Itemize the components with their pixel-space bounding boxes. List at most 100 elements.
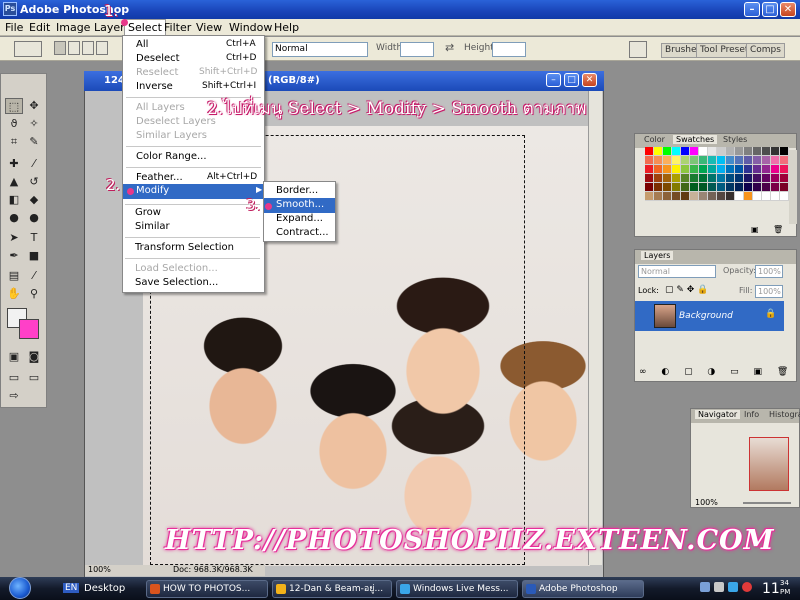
menu-item-all[interactable]: All [136,39,148,50]
swatch-cell[interactable] [744,192,753,201]
doc-close-icon[interactable]: ✕ [582,73,597,87]
swatch-cell[interactable] [762,192,771,201]
menu-item-color-range[interactable]: Color Range... [136,151,207,162]
tab-swatches[interactable]: Swatches [673,135,718,144]
menu-item-transform-selection[interactable]: Transform Selection [135,242,234,253]
intersect-selection-icon[interactable] [96,41,108,55]
swatch-cell[interactable] [663,192,672,201]
doc-maximize-icon[interactable]: □ [564,73,579,87]
swatch-cell[interactable] [771,183,780,192]
swatch-cell[interactable] [753,156,762,165]
swatch-cell[interactable] [699,183,708,192]
swatch-cell[interactable] [726,147,735,156]
swatch-grid[interactable] [645,147,789,221]
swatch-cell[interactable] [717,147,726,156]
close-icon[interactable]: ✕ [780,2,796,17]
add-selection-icon[interactable] [68,41,80,55]
swatch-cell[interactable] [708,183,717,192]
swatch-cell[interactable] [690,174,699,183]
swatch-cell[interactable] [771,174,780,183]
swatch-cell[interactable] [780,192,789,201]
marquee-tool-icon[interactable]: ⬚ [5,98,23,114]
taskbar-btn-messenger[interactable]: Windows Live Mess... [396,580,518,598]
swatch-cell[interactable] [690,192,699,201]
swatch-cell[interactable] [699,192,708,201]
swatch-cell[interactable] [645,156,654,165]
minimize-icon[interactable]: – [744,2,760,17]
swatch-cell[interactable] [771,165,780,174]
swatch-cell[interactable] [699,174,708,183]
swatch-cell[interactable] [780,156,789,165]
swatch-cell[interactable] [690,183,699,192]
menu-item-modify[interactable]: Modify [136,185,169,196]
menu-filter[interactable]: Filter [164,21,191,34]
eyedropper-icon[interactable]: ⁄ [25,268,43,284]
tray-antivirus-icon[interactable] [742,582,752,592]
pen-tool-icon[interactable]: ✒ [5,248,23,264]
swatch-cell[interactable] [762,156,771,165]
menu-edit[interactable]: Edit [29,21,50,34]
start-button[interactable] [9,577,31,599]
swatch-cell[interactable] [708,156,717,165]
magic-wand-icon[interactable]: ✧ [25,116,43,132]
tab-navigator[interactable]: Navigator [695,410,741,419]
hand-tool-icon[interactable]: ✋ [5,286,23,302]
full-screen-mode-icon[interactable]: ▭ [25,370,43,386]
swatch-cell[interactable] [744,183,753,192]
subtract-selection-icon[interactable] [82,41,94,55]
zoom-tool-icon[interactable]: ⚲ [25,286,43,302]
tab-comps[interactable]: Comps [746,43,785,58]
swatch-cell[interactable] [735,174,744,183]
palette-well-icon[interactable] [629,41,647,58]
swatch-cell[interactable] [681,174,690,183]
swatch-cell[interactable] [762,174,771,183]
swatch-cell[interactable] [726,174,735,183]
swatch-cell[interactable] [690,147,699,156]
menu-item-feather[interactable]: Feather... [136,172,183,183]
swatch-cell[interactable] [654,165,663,174]
menu-select[interactable]: Select [124,19,166,36]
opacity-field[interactable]: 100% [755,265,783,278]
menu-item-save-selection[interactable]: Save Selection... [135,277,218,288]
menu-item-similar[interactable]: Similar [135,221,170,232]
taskbar-btn-music[interactable]: 12-Dan & Beam-อยู่... [272,580,392,598]
menu-item-grow[interactable]: Grow [135,207,161,218]
menu-item-inverse[interactable]: Inverse [136,81,173,92]
swatch-cell[interactable] [717,192,726,201]
swatch-cell[interactable] [735,183,744,192]
swatch-cell[interactable] [744,174,753,183]
move-tool-icon[interactable]: ✥ [25,98,43,114]
swatch-cell[interactable] [735,165,744,174]
swatch-cell[interactable] [663,183,672,192]
swatch-cell[interactable] [654,192,663,201]
crop-tool-icon[interactable]: ⌗ [5,134,23,150]
desktop-toolbar[interactable]: Desktop [84,583,125,594]
width-field[interactable] [400,42,434,57]
taskbar-btn-photoshop[interactable]: Adobe Photoshop [522,580,644,598]
swatch-cell[interactable] [780,183,789,192]
notes-tool-icon[interactable]: ▤ [5,268,23,284]
height-field[interactable] [492,42,526,57]
swatch-cell[interactable] [663,156,672,165]
swatch-cell[interactable] [708,147,717,156]
screen-mode-icon[interactable]: ▭ [5,370,23,386]
path-select-icon[interactable]: ➤ [5,230,23,246]
layer-row-background[interactable]: Background 🔒 [635,301,784,331]
menu-file[interactable]: File [5,21,23,34]
swatch-cell[interactable] [753,165,762,174]
swatch-cell[interactable] [681,156,690,165]
tab-styles[interactable]: Styles [723,135,747,144]
swatch-cell[interactable] [717,156,726,165]
swatches-scrollbar[interactable] [789,150,797,224]
lasso-tool-icon[interactable]: ϑ [5,116,23,132]
menu-help[interactable]: Help [274,21,299,34]
swatch-cell[interactable] [744,156,753,165]
healing-brush-icon[interactable]: ✚ [5,156,23,172]
swatch-cell[interactable] [771,147,780,156]
slice-tool-icon[interactable]: ✎ [25,134,43,150]
menu-view[interactable]: View [196,21,222,34]
background-color[interactable] [19,319,39,339]
swatch-cell[interactable] [780,174,789,183]
swatch-cell[interactable] [681,147,690,156]
eraser-tool-icon[interactable]: ◧ [5,192,23,208]
